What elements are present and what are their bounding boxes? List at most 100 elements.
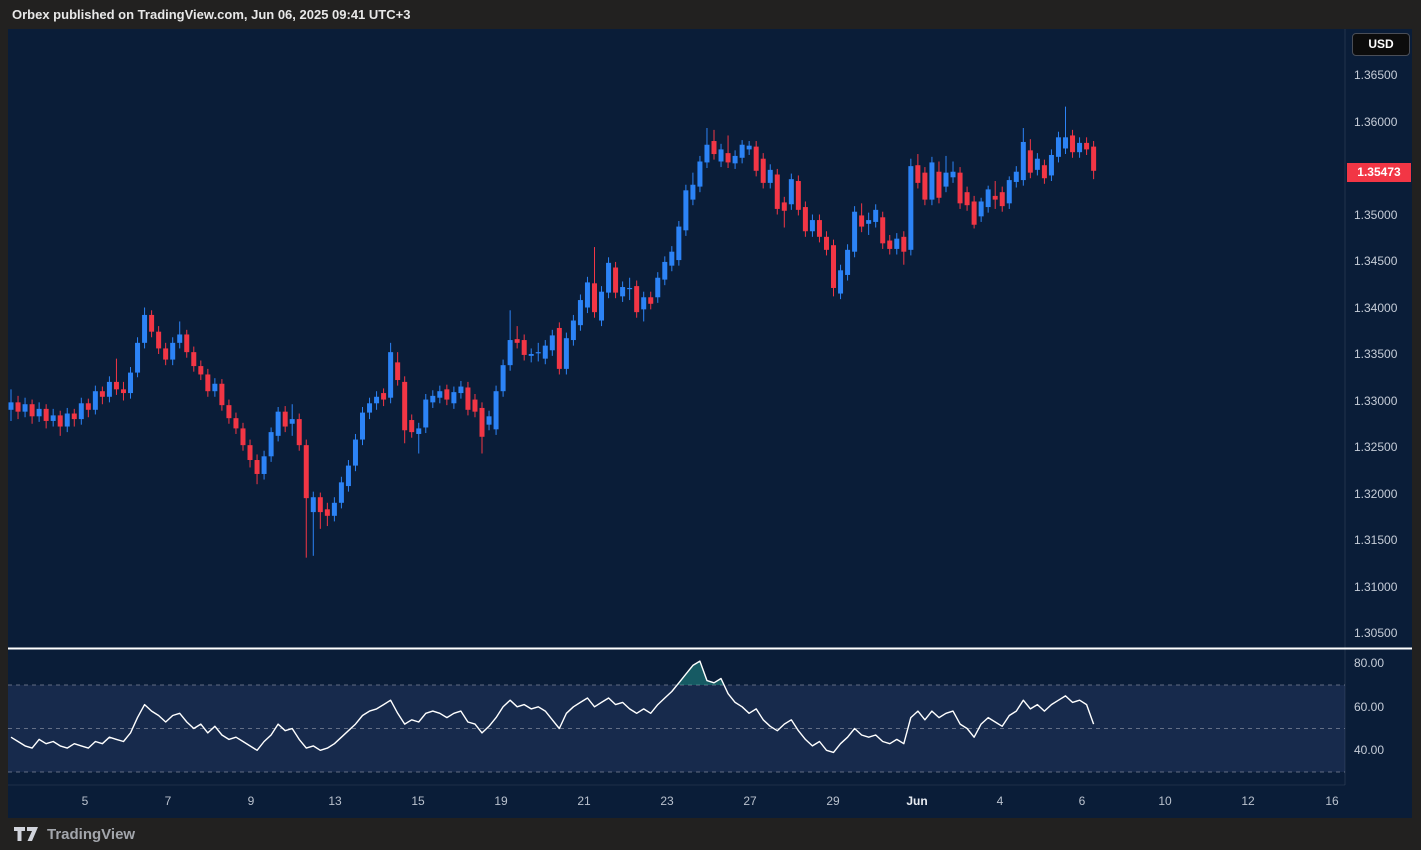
candle-body xyxy=(965,192,970,205)
candle-body xyxy=(972,201,977,224)
candle-body xyxy=(501,365,506,391)
candle-body xyxy=(726,153,731,162)
time-axis-label: 23 xyxy=(660,793,673,809)
candle-body xyxy=(1070,135,1075,152)
candle-body xyxy=(599,292,604,321)
candle-body xyxy=(796,181,801,210)
candle-body xyxy=(873,210,878,222)
candle-body xyxy=(121,389,126,393)
candle-body xyxy=(754,147,759,171)
candle-body xyxy=(613,268,618,293)
footer-bar: TradingView xyxy=(0,818,1421,850)
publish-text: Orbex published on TradingView.com, Jun … xyxy=(12,7,410,22)
candle-body xyxy=(311,497,316,512)
candle-body xyxy=(240,428,245,445)
candle-body xyxy=(1056,137,1061,157)
candle-body xyxy=(163,348,168,359)
last-price-tag: 1.35473 xyxy=(1347,163,1411,182)
candlestick-chart[interactable] xyxy=(8,29,1412,818)
price-axis-label: 1.30500 xyxy=(1354,625,1397,641)
candle-body xyxy=(297,419,302,445)
candle-body xyxy=(205,374,210,391)
candle-body xyxy=(135,343,140,373)
candle-body xyxy=(620,287,625,296)
time-axis-label: 7 xyxy=(165,793,172,809)
price-axis-label: 1.34500 xyxy=(1354,253,1397,269)
candle-body xyxy=(86,403,91,410)
candle-body xyxy=(1035,159,1040,170)
currency-button[interactable]: USD xyxy=(1352,33,1410,56)
candle-body xyxy=(775,175,780,209)
chart-panel[interactable] xyxy=(8,29,1412,818)
candle-body xyxy=(740,145,745,158)
candle-body xyxy=(458,387,463,394)
candle-body xyxy=(198,366,203,374)
time-axis-label: 5 xyxy=(82,793,89,809)
candle-body xyxy=(1000,192,1005,206)
candle-body xyxy=(107,382,112,397)
candlestick-series xyxy=(9,107,1097,558)
time-axis-label: Jun xyxy=(906,793,927,809)
candle-body xyxy=(283,412,288,427)
candle-body xyxy=(23,404,28,411)
candle-body xyxy=(789,179,794,204)
candle-body xyxy=(908,166,913,250)
candle-body xyxy=(719,149,724,161)
candle-body xyxy=(922,173,927,200)
candle-body xyxy=(290,419,295,424)
candle-body xyxy=(824,237,829,250)
candle-body xyxy=(416,428,421,434)
price-axis-label: 1.32000 xyxy=(1354,486,1397,502)
candle-body xyxy=(817,220,822,237)
candle-body xyxy=(212,384,217,391)
candle-body xyxy=(592,283,597,312)
candle-body xyxy=(676,227,681,260)
candle-body xyxy=(929,162,934,199)
candle-body xyxy=(1021,142,1026,180)
candle-body xyxy=(747,146,752,150)
price-axis-label: 1.36500 xyxy=(1354,67,1397,83)
candle-body xyxy=(880,217,885,243)
candle-body xyxy=(72,414,77,420)
time-axis-label: 15 xyxy=(411,793,424,809)
candle-body xyxy=(529,354,534,356)
candle-body xyxy=(761,159,766,183)
candle-body xyxy=(915,165,920,183)
candle-body xyxy=(325,509,330,516)
candle-body xyxy=(360,413,365,440)
price-axis-label: 1.34000 xyxy=(1354,300,1397,316)
candle-body xyxy=(859,215,864,226)
candle-body xyxy=(472,400,477,412)
candle-body xyxy=(409,420,414,432)
candle-body xyxy=(233,418,238,428)
candle-body xyxy=(44,409,49,421)
candle-body xyxy=(142,315,147,343)
tradingview-logo[interactable] xyxy=(14,827,39,842)
candle-body xyxy=(191,352,196,366)
candle-body xyxy=(951,172,956,178)
candle-body xyxy=(444,389,449,399)
time-axis-label: 4 xyxy=(997,793,1004,809)
candle-body xyxy=(487,416,492,424)
candle-body xyxy=(1014,172,1019,182)
candle-body xyxy=(9,402,14,409)
candle-body xyxy=(641,297,646,309)
candle-body xyxy=(936,172,941,198)
candle-body xyxy=(887,241,892,249)
candle-body xyxy=(494,391,499,429)
candle-body xyxy=(30,404,35,416)
candle-body xyxy=(958,173,963,204)
candle-body xyxy=(578,300,583,325)
candle-body xyxy=(339,482,344,502)
candle-body xyxy=(557,328,562,369)
candle-body xyxy=(627,288,632,289)
candle-body xyxy=(65,414,70,427)
candle-body xyxy=(170,343,175,360)
candle-body xyxy=(255,460,260,474)
candle-body xyxy=(37,409,42,416)
candle-body xyxy=(522,340,527,355)
candle-body xyxy=(388,352,393,398)
candle-body xyxy=(1077,143,1082,152)
candle-body xyxy=(276,412,281,436)
candle-body xyxy=(79,403,84,419)
